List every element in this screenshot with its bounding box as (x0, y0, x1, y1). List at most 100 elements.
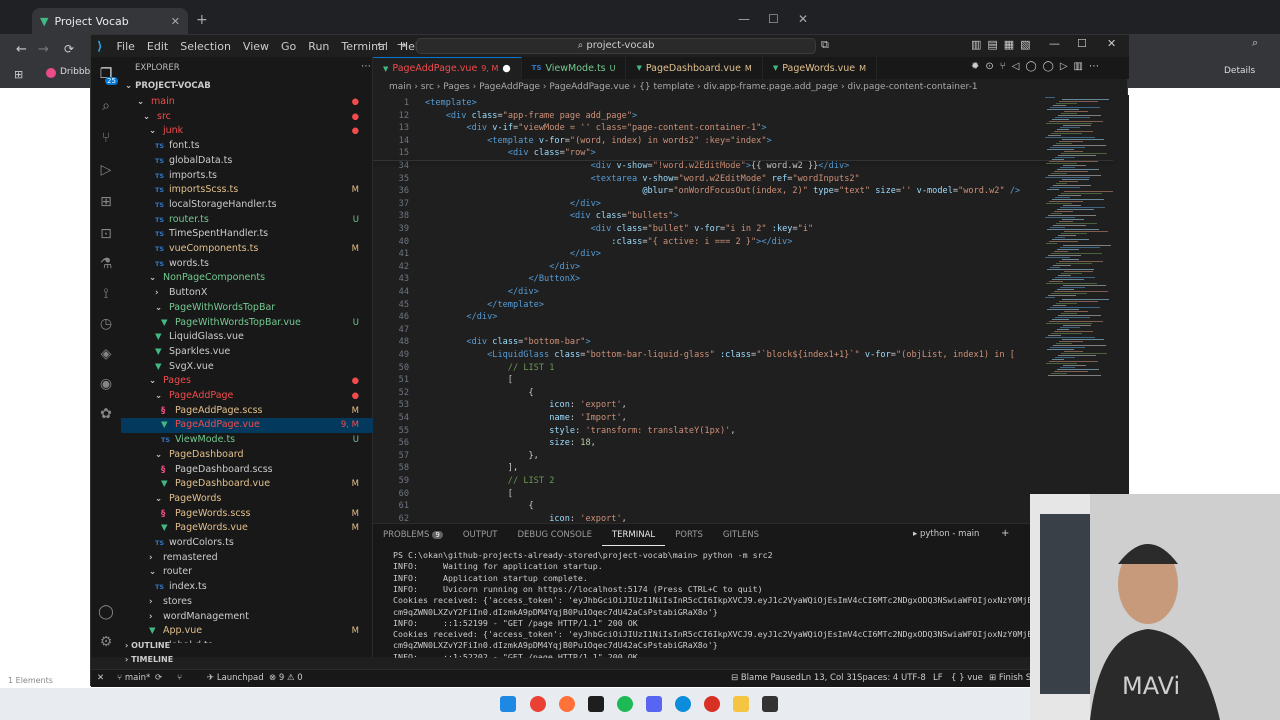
edge-icon[interactable] (675, 696, 691, 712)
maximize-icon[interactable]: ☐ (768, 12, 779, 26)
tree-item[interactable]: › wordManagement (121, 610, 373, 625)
start-icon[interactable] (500, 696, 516, 712)
tree-item[interactable]: ⌄ main ● (121, 95, 373, 110)
editor-tab[interactable]: ▼ PageWords.vue M (763, 57, 877, 79)
back-icon[interactable]: ← (16, 42, 27, 57)
tree-item[interactable]: ⌄ PageAddPage ● (121, 389, 373, 404)
tree-item[interactable]: ⌄ NonPageComponents (121, 271, 373, 286)
gear-icon[interactable]: ⚙ (97, 633, 115, 651)
tree-item[interactable]: TS imports.ts (121, 169, 373, 184)
copilot-icon[interactable]: ⧉ (821, 38, 829, 52)
menu-go[interactable]: Go (275, 40, 302, 53)
tree-item[interactable]: ⌄ Pages ● (121, 374, 373, 389)
app-icon[interactable] (704, 696, 720, 712)
layout-icons[interactable]: ▥▤▦▧ (971, 38, 1037, 51)
panel-tab-gitlens[interactable]: GITLENS (713, 524, 769, 546)
discord-icon[interactable] (646, 696, 662, 712)
panel-tab-ports[interactable]: PORTS (665, 524, 713, 546)
editor-tab[interactable]: TS ViewMode.ts U (522, 57, 627, 79)
tree-item[interactable]: § PageDashboard.scss (121, 463, 373, 478)
launchpad-item[interactable]: ✈ Launchpad (207, 670, 264, 687)
panel-tab-problems[interactable]: PROBLEMS 9 (373, 524, 453, 546)
menu-run[interactable]: Run (302, 40, 335, 53)
vscode-maximize-icon[interactable]: ☐ (1077, 37, 1087, 50)
menu-selection[interactable]: Selection (174, 40, 237, 53)
menu-view[interactable]: View (237, 40, 275, 53)
tree-item[interactable]: TS TimeSpentHandler.ts (121, 227, 373, 242)
tree-item[interactable]: ▼ LiquidGlass.vue (121, 330, 373, 345)
editor-tab[interactable]: ▼ PageAddPage.vue 9, M ● (373, 57, 522, 79)
tree-item[interactable]: § PageWords.scss M (121, 507, 373, 522)
tree-item[interactable]: ▼ PageWords.vue M (121, 521, 373, 536)
browser-tab[interactable]: ▼ Project Vocab ✕ (32, 8, 188, 34)
menu-file[interactable]: File (110, 40, 140, 53)
run-debug-icon[interactable]: ▷ (97, 161, 115, 179)
tree-item[interactable]: ▼ Sparkles.vue (121, 345, 373, 360)
tree-item[interactable]: ▼ PageWithWordsTopBar.vue U (121, 316, 373, 331)
tree-item[interactable]: TS localStorageHandler.ts (121, 198, 373, 213)
tree-item[interactable]: TS index.ts (121, 580, 373, 595)
code-editor[interactable]: 1 <template> 12 <div class="app-frame page… (373, 95, 1129, 523)
new-terminal-icon[interactable]: + (1001, 528, 1009, 539)
testing-icon[interactable]: ⚗ (97, 255, 115, 273)
apps-icon[interactable]: ⊞ (14, 68, 23, 81)
docker-icon[interactable]: ◈ (97, 345, 115, 363)
file-explorer-icon[interactable] (733, 696, 749, 712)
timeline-section[interactable]: › TIMELINE (125, 655, 173, 664)
close-window-icon[interactable]: ✕ (798, 12, 808, 26)
remote-indicator-icon[interactable]: ✕ (97, 670, 104, 687)
breadcrumb[interactable]: main › src › Pages › PageAddPage › PageA… (373, 79, 1129, 95)
tree-item[interactable]: ⌄ PageWords (121, 492, 373, 507)
editor-tab[interactable]: ▼ PageDashboard.vue M (626, 57, 763, 79)
nav-forward-icon[interactable]: → (397, 38, 406, 51)
chrome-icon[interactable] (530, 696, 546, 712)
tree-item[interactable]: ⌄ PageWithWordsTopBar (121, 301, 373, 316)
minimap[interactable] (1037, 95, 1127, 523)
terminal-taskbar-icon[interactable] (762, 696, 778, 712)
tree-item[interactable]: TS globalData.ts (121, 154, 373, 169)
language-mode[interactable]: { } vue (951, 670, 983, 687)
indentation[interactable]: Spaces: 4 (857, 670, 898, 687)
tree-item[interactable]: TS wordColors.ts (121, 536, 373, 551)
tree-item[interactable]: TS router.ts U (121, 213, 373, 228)
extensions-icon[interactable]: ⊞ (97, 193, 115, 211)
tree-item[interactable]: ▼ App.vue M (121, 624, 373, 639)
tree-item[interactable]: TS font.ts (121, 139, 373, 154)
tree-item[interactable]: ▼ PageAddPage.vue 9, M (121, 418, 373, 434)
tree-item[interactable]: ⌄ router (121, 565, 373, 580)
close-icon[interactable]: ✕ (171, 15, 180, 28)
new-tab-icon[interactable]: + (196, 12, 208, 28)
gitlens-status-icon[interactable]: ⑂ (177, 670, 182, 687)
editor-actions[interactable]: ✹⊙⑂◁◯◯▷▥⋯ (971, 61, 1105, 72)
gitlens-icon[interactable]: ⟟ (97, 285, 115, 303)
spotify-icon[interactable] (617, 696, 633, 712)
tree-item[interactable]: ⌄ PageDashboard (121, 448, 373, 463)
terminal-output[interactable]: PS C:\okan\github-projects-already-store… (373, 546, 1129, 658)
tree-item[interactable]: TS ViewMode.ts U (121, 433, 373, 448)
panel-tab-terminal[interactable]: TERMINAL (601, 524, 666, 546)
search-icon[interactable]: ⌕ (97, 97, 115, 115)
cursor-position[interactable]: Ln 13, Col 31 (801, 670, 857, 687)
vscode-close-icon[interactable]: ✕ (1107, 37, 1116, 50)
timeline-icon[interactable]: ◷ (97, 315, 115, 333)
branch-indicator[interactable]: ⑂ main* (117, 670, 150, 687)
source-control-icon[interactable]: ⑂ (97, 129, 115, 147)
account-icon[interactable]: ◯ (97, 603, 115, 621)
problems-indicator[interactable]: ⊗ 9 ⚠ 0 (269, 670, 303, 687)
tree-item[interactable]: › stores (121, 595, 373, 610)
panel-tab-output[interactable]: OUTPUT (453, 524, 508, 546)
tree-item[interactable]: TS words.ts (121, 257, 373, 272)
more-actions-icon[interactable]: ⋯ (361, 61, 371, 72)
openai-icon[interactable]: ✿ (97, 405, 115, 423)
firefox-icon[interactable] (559, 696, 575, 712)
outline-section[interactable]: › OUTLINE (125, 641, 170, 650)
unsaved-dot-icon[interactable]: ● (502, 63, 510, 74)
menu-edit[interactable]: Edit (141, 40, 174, 53)
commits-icon[interactable]: ◉ (97, 375, 115, 393)
minimize-icon[interactable]: — (738, 12, 750, 26)
terminal-selector[interactable]: ▸ python - main (913, 529, 979, 539)
search-icon[interactable]: ⌕ (1252, 36, 1258, 50)
tree-item[interactable]: TS vueComponents.ts M (121, 242, 373, 257)
nav-back-icon[interactable]: ← (377, 38, 386, 51)
tree-item[interactable]: ⌄ src ● (121, 110, 373, 125)
